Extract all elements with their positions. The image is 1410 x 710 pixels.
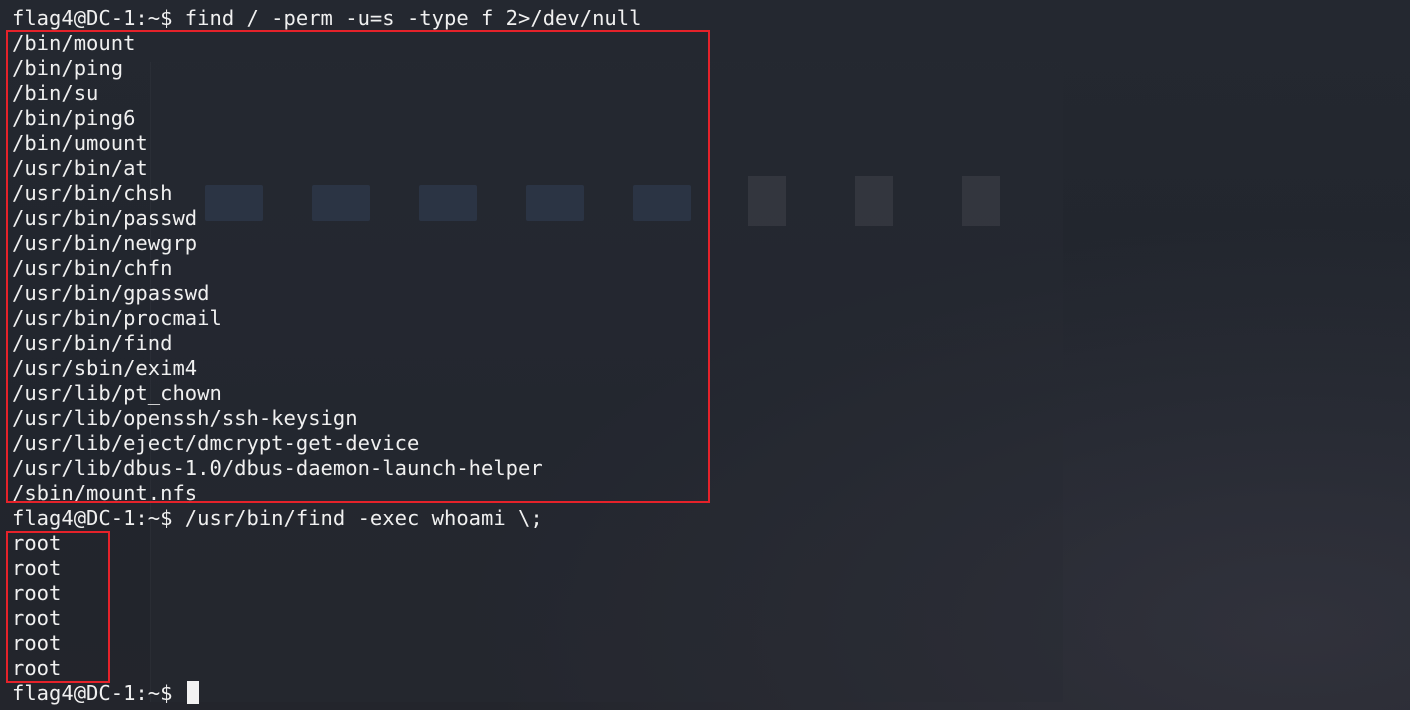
text-cursor xyxy=(186,681,199,704)
background-file-icon xyxy=(962,176,1000,226)
shell-prompt: flag4@DC-1:~$ xyxy=(12,681,185,705)
terminal-window[interactable]: flag4@DC-1:~$ find / -perm -u=s -type f … xyxy=(0,0,1410,710)
whoami-results-highlight xyxy=(6,531,110,683)
command-line: flag4@DC-1:~$ find / -perm -u=s -type f … xyxy=(12,6,642,30)
suid-results-highlight xyxy=(6,30,710,503)
background-file-icon xyxy=(748,176,786,226)
prompt-line[interactable]: flag4@DC-1:~$ xyxy=(12,681,641,706)
command-line: flag4@DC-1:~$ /usr/bin/find -exec whoami… xyxy=(12,506,543,530)
background-file-icon xyxy=(855,176,893,226)
